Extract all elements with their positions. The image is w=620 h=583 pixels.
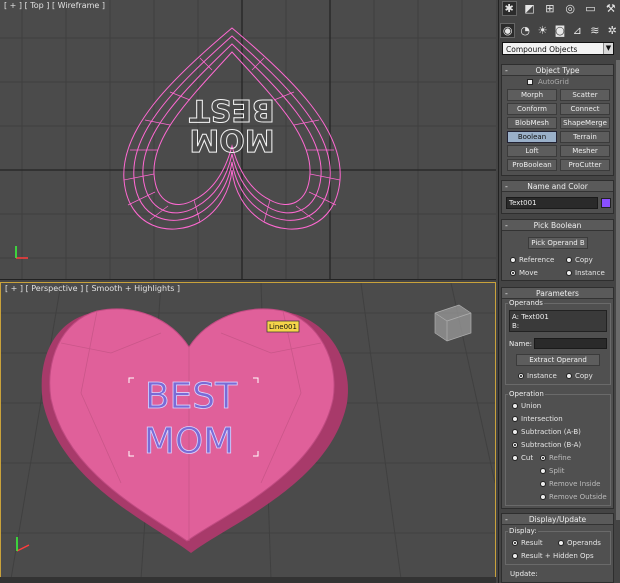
pick-boolean-header[interactable]: - Pick Boolean: [502, 220, 613, 231]
parameters-header[interactable]: - Parameters: [502, 288, 613, 299]
lights-icon[interactable]: ☀: [535, 23, 550, 38]
display-update-header[interactable]: - Display/Update: [502, 514, 613, 525]
procutter-button[interactable]: ProCutter: [560, 159, 610, 171]
operand-a[interactable]: A: Text001: [512, 313, 549, 321]
extract-operand-button[interactable]: Extract Operand: [516, 354, 600, 366]
terrain-button[interactable]: Terrain: [560, 131, 610, 143]
panel-tabs: ✱ ◩ ⊞ ◎ ▭ ⚒: [499, 0, 620, 16]
autogrid-checkbox[interactable]: [527, 79, 533, 85]
update-label: Update:: [510, 570, 538, 578]
collapse-icon: -: [505, 182, 508, 191]
operation-group: [505, 394, 611, 506]
blobmesh-button[interactable]: BlobMesh: [507, 117, 557, 129]
conform-button[interactable]: Conform: [507, 103, 557, 115]
collapse-icon: -: [505, 289, 508, 298]
top-viewport-canvas: BEST MOM: [0, 0, 496, 279]
subtraction-ab-radio[interactable]: Subtraction (A-B): [512, 428, 581, 436]
object-tooltip: Line001: [266, 320, 300, 333]
pick-boolean-rollout: - Pick Boolean Pick Operand B Reference …: [501, 219, 614, 281]
autogrid-label: AutoGrid: [538, 78, 569, 86]
category-dropdown-value: Compound Objects: [506, 45, 578, 54]
proboolean-button[interactable]: ProBoolean: [507, 159, 557, 171]
shapemerge-button[interactable]: ShapeMerge: [560, 117, 610, 129]
intersection-radio[interactable]: Intersection: [512, 415, 563, 423]
axis-gizmo-persp: [16, 537, 30, 552]
shapes-icon[interactable]: ◔: [518, 23, 533, 38]
remove-outside-radio[interactable]: Remove Outside: [540, 493, 607, 501]
perspective-viewport-canvas: BEST MOM Line001: [1, 283, 495, 579]
category-dropdown[interactable]: Compound Objects ▼: [502, 42, 614, 55]
persp-text-line1: BEST: [145, 376, 238, 417]
refine-radio[interactable]: Refine: [540, 454, 571, 462]
top-viewport[interactable]: BEST MOM [ + ] [ Top ] [ Wireframe ]: [0, 0, 496, 280]
object-type-rollout: - Object Type AutoGrid Morph Scatter Con…: [501, 64, 614, 176]
command-panel: ✱ ◩ ⊞ ◎ ▭ ⚒ ◉ ◔ ☀ ◙ ⊿ ≋ ✲ Compound Objec…: [498, 0, 620, 583]
panel-scrollbar[interactable]: [616, 60, 620, 520]
parameters-rollout: - Parameters Operands A: Text001 B: Name…: [501, 287, 614, 509]
operands-title: Operands: [508, 299, 544, 307]
helpers-icon[interactable]: ⊿: [570, 23, 585, 38]
top-text-line2: MOM: [189, 122, 274, 157]
create-icon[interactable]: ✱: [501, 0, 517, 16]
hierarchy-icon[interactable]: ⊞: [542, 1, 557, 16]
perspective-viewport[interactable]: BEST MOM Line001 [ + ] [ Perspective ] […: [0, 282, 496, 580]
top-viewport-label[interactable]: [ + ] [ Top ] [ Wireframe ]: [4, 1, 105, 10]
operand-name-field[interactable]: [534, 338, 607, 349]
display-icon[interactable]: ▭: [583, 1, 598, 16]
collapse-icon: -: [505, 66, 508, 75]
timeline-strip[interactable]: [0, 577, 496, 583]
collapse-icon: -: [505, 221, 508, 230]
utilities-icon[interactable]: ⚒: [603, 1, 618, 16]
cameras-icon[interactable]: ◙: [552, 23, 567, 38]
top-text-line1: BEST: [189, 92, 275, 127]
extract-instance-radio[interactable]: Instance: [518, 372, 557, 380]
systems-icon[interactable]: ✲: [605, 23, 620, 38]
name-label: Name:: [509, 340, 533, 348]
move-radio[interactable]: Move: [510, 269, 538, 277]
loft-button[interactable]: Loft: [507, 145, 557, 157]
operand-b[interactable]: B:: [512, 322, 519, 330]
viewcube-icon: [434, 304, 472, 342]
modify-icon[interactable]: ◩: [522, 1, 537, 16]
svg-text:Line001: Line001: [269, 323, 297, 331]
name-color-rollout: - Name and Color Text001: [501, 180, 614, 214]
display-operands-radio[interactable]: Operands: [558, 539, 601, 547]
split-radio[interactable]: Split: [540, 467, 565, 475]
display-update-rollout: - Display/Update Display: Result Operand…: [501, 513, 614, 583]
object-name-field[interactable]: Text001: [506, 197, 598, 209]
operands-list[interactable]: A: Text001 B:: [509, 310, 607, 332]
connect-button[interactable]: Connect: [560, 103, 610, 115]
reference-radio[interactable]: Reference: [510, 256, 554, 264]
object-color-swatch[interactable]: [601, 198, 611, 208]
motion-icon[interactable]: ◎: [563, 1, 578, 16]
geometry-icon[interactable]: ◉: [500, 22, 516, 38]
display-result-radio[interactable]: Result: [512, 539, 543, 547]
scatter-button[interactable]: Scatter: [560, 89, 610, 101]
collapse-icon: -: [505, 515, 508, 524]
boolean-button[interactable]: Boolean: [507, 131, 557, 143]
morph-button[interactable]: Morph: [507, 89, 557, 101]
perspective-viewport-label[interactable]: [ + ] [ Perspective ] [ Smooth + Highlig…: [5, 284, 180, 293]
pick-operand-b-button[interactable]: Pick Operand B: [528, 237, 588, 249]
subtraction-ba-radio[interactable]: Subtraction (B-A): [512, 441, 581, 449]
spacewarps-icon[interactable]: ≋: [587, 23, 602, 38]
name-color-header[interactable]: - Name and Color: [502, 181, 613, 192]
display-result-hidden-radio[interactable]: Result + Hidden Ops: [512, 552, 594, 560]
copy-radio[interactable]: Copy: [566, 256, 593, 264]
extract-copy-radio[interactable]: Copy: [566, 372, 593, 380]
remove-inside-radio[interactable]: Remove Inside: [540, 480, 600, 488]
cut-radio[interactable]: Cut: [512, 454, 533, 462]
union-radio[interactable]: Union: [512, 402, 541, 410]
mesher-button[interactable]: Mesher: [560, 145, 610, 157]
object-type-header[interactable]: - Object Type: [502, 65, 613, 76]
persp-text-line2: MOM: [144, 421, 234, 462]
display-label: Display:: [508, 527, 538, 535]
category-tabs: ◉ ◔ ☀ ◙ ⊿ ≋ ✲: [499, 22, 620, 38]
instance-radio[interactable]: Instance: [566, 269, 605, 277]
operation-title: Operation: [508, 390, 545, 398]
chevron-down-icon: ▼: [603, 43, 613, 54]
